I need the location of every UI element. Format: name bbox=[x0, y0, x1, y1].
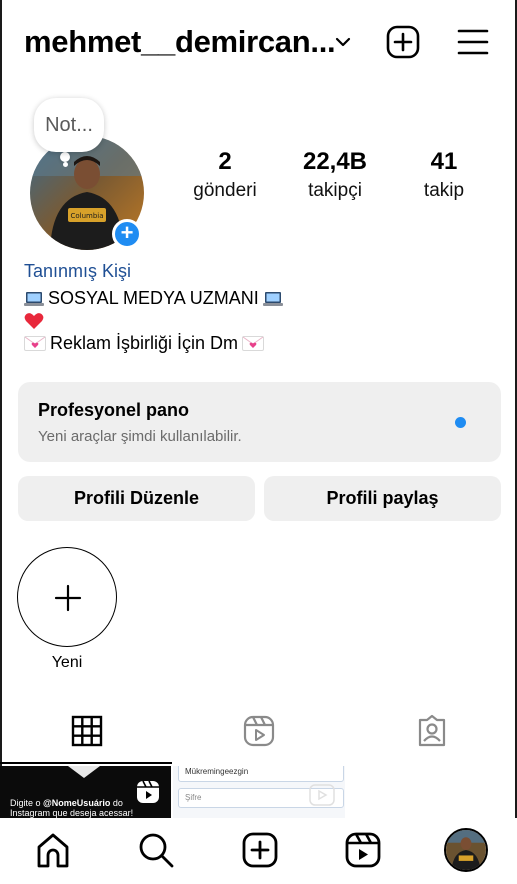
followers-label: takipçi bbox=[308, 180, 362, 201]
stat-following[interactable]: 41 takip bbox=[400, 148, 488, 206]
menu-icon[interactable] bbox=[455, 24, 491, 60]
love-letter-icon bbox=[24, 336, 46, 351]
create-plus-icon[interactable] bbox=[385, 24, 421, 60]
svg-text:Columbia: Columbia bbox=[70, 212, 103, 220]
dashboard-subtitle: Yeni araçlar şimdi kullanılabilir. bbox=[38, 428, 242, 445]
username-title[interactable]: mehmet__demircan... bbox=[24, 24, 336, 60]
note-bubble[interactable]: Not... bbox=[34, 98, 104, 152]
note-bubble-tail bbox=[60, 152, 70, 162]
profile-header: mehmet__demircan... bbox=[0, 18, 517, 66]
profile-tabs bbox=[0, 710, 517, 764]
bio-title-text: SOSYAL MEDYA UZMANI bbox=[48, 288, 259, 308]
reel-indicator-icon bbox=[309, 784, 335, 806]
dashboard-title: Profesyonel pano bbox=[38, 400, 190, 420]
note-bubble-tail-small bbox=[63, 162, 68, 167]
bio-line-2 bbox=[24, 312, 283, 330]
bio-line-1: SOSYAL MEDYA UZMANI bbox=[24, 285, 283, 312]
reels-icon[interactable] bbox=[343, 830, 383, 870]
posts-label: gönderi bbox=[193, 180, 257, 201]
laptop-icon bbox=[262, 291, 283, 306]
bottom-navigation bbox=[0, 818, 517, 884]
grid-tab-icon[interactable] bbox=[70, 714, 104, 748]
post-caption-text: Digite o @NomeUsuário do Instagram que d… bbox=[10, 798, 134, 818]
new-indicator-dot bbox=[455, 417, 466, 428]
reel-indicator-icon bbox=[137, 780, 159, 803]
category-label: Tanınmış Kişi bbox=[24, 261, 132, 281]
chevron-down-icon[interactable] bbox=[333, 32, 353, 52]
profile-bio: Tanınmış Kişi SOSYAL MEDYA UZMANI Reklam… bbox=[24, 258, 283, 357]
new-highlight-button[interactable] bbox=[17, 547, 117, 647]
edit-profile-button[interactable]: Profili Düzenle bbox=[18, 476, 255, 521]
create-post-icon[interactable] bbox=[240, 830, 280, 870]
avatar-thumbnail bbox=[446, 830, 486, 870]
following-count: 41 bbox=[430, 148, 458, 175]
love-letter-icon bbox=[242, 336, 265, 351]
followers-count: 22,4B bbox=[302, 148, 368, 175]
stat-followers[interactable]: 22,4B takipçi bbox=[290, 148, 380, 206]
post-graphic bbox=[68, 766, 100, 778]
heart-icon bbox=[24, 313, 44, 329]
reels-tab-icon[interactable] bbox=[242, 714, 276, 748]
new-highlight-label: Yeni bbox=[51, 654, 83, 671]
professional-dashboard-card[interactable]: Profesyonel pano Yeni araçlar şimdi kull… bbox=[18, 382, 501, 462]
profile-nav-avatar[interactable] bbox=[444, 828, 488, 872]
post-form-field: Mükremingeezgin bbox=[178, 766, 344, 782]
following-label: takip bbox=[423, 180, 465, 201]
posts-grid: Digite o @NomeUsuário do Instagram que d… bbox=[0, 766, 517, 818]
bio-line-3: Reklam İşbirliği İçin Dm bbox=[24, 330, 283, 357]
home-icon[interactable] bbox=[33, 830, 73, 870]
laptop-icon bbox=[24, 291, 44, 306]
grid-post-1[interactable]: Digite o @NomeUsuário do Instagram que d… bbox=[0, 766, 171, 818]
bio-ad-text: Reklam İşbirliği İçin Dm bbox=[50, 333, 239, 353]
search-icon[interactable] bbox=[136, 830, 176, 870]
grid-post-2[interactable]: Mükremingeezgin Şifre bbox=[173, 766, 345, 818]
plus-icon bbox=[54, 584, 82, 612]
stat-posts[interactable]: 2 gönderi bbox=[180, 148, 270, 206]
posts-count: 2 bbox=[218, 148, 232, 175]
share-profile-button[interactable]: Profili paylaş bbox=[264, 476, 501, 521]
tagged-tab-icon[interactable] bbox=[415, 714, 449, 748]
add-story-button[interactable]: + bbox=[112, 219, 142, 249]
active-tab-indicator bbox=[0, 762, 172, 764]
